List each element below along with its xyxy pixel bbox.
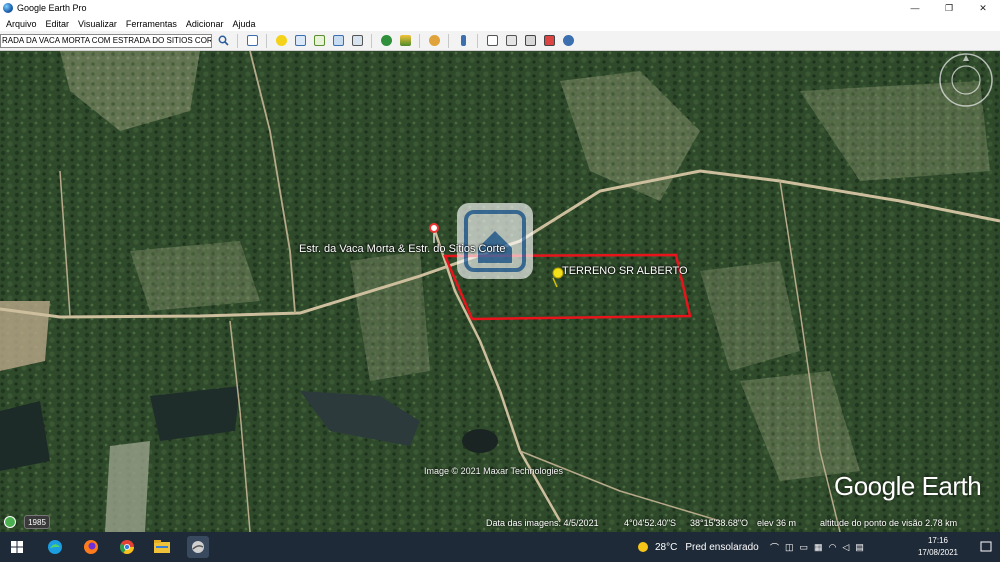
firefox-icon[interactable] bbox=[80, 536, 102, 558]
minimize-button[interactable]: — bbox=[898, 0, 932, 16]
google-maps-icon[interactable] bbox=[542, 33, 557, 48]
record-tour-icon[interactable] bbox=[350, 33, 365, 48]
chrome-icon[interactable] bbox=[116, 536, 138, 558]
status-bar: Data das imagens: 4/5/2021 4°04'52.40"S … bbox=[0, 512, 1000, 532]
taskbar-clock[interactable]: 17:16 17/08/2021 bbox=[912, 535, 964, 559]
menu-editar[interactable]: Editar bbox=[46, 19, 70, 29]
menu-bar: Arquivo Editar Visualizar Ferramentas Ad… bbox=[0, 16, 1000, 31]
toolbar: RADA DA VACA MORTA COM ESTRADA DO SITIOS… bbox=[0, 31, 1000, 51]
wifi-icon[interactable]: ◠ bbox=[829, 542, 837, 553]
email-icon[interactable] bbox=[485, 33, 500, 48]
weather-widget[interactable]: 28°C Pred ensolarado bbox=[636, 532, 759, 562]
menu-ajuda[interactable]: Ajuda bbox=[232, 19, 255, 29]
menu-adicionar[interactable]: Adicionar bbox=[186, 19, 224, 29]
menu-visualizar[interactable]: Visualizar bbox=[78, 19, 117, 29]
watermark-logo bbox=[457, 203, 533, 279]
battery-icon[interactable]: ▭ bbox=[800, 542, 809, 553]
system-tray-icons: ⌒ ◫ ▭ ▦ ◠ ◁ ▤ bbox=[770, 532, 870, 562]
toolbar-separator bbox=[266, 33, 267, 48]
keyboard-icon[interactable]: ▦ bbox=[814, 542, 823, 553]
menu-ferramentas[interactable]: Ferramentas bbox=[126, 19, 177, 29]
volume-icon[interactable]: ◁ bbox=[842, 542, 849, 553]
historical-imagery-icon[interactable] bbox=[379, 33, 394, 48]
road-intersection-label[interactable]: Estr. da Vaca Morta & Estr. do Sitios Co… bbox=[299, 243, 505, 255]
planets-icon[interactable] bbox=[427, 33, 442, 48]
toolbar-separator bbox=[371, 33, 372, 48]
close-button[interactable]: ✕ bbox=[966, 0, 1000, 16]
eye-altitude-readout: altitude do ponto de visão 2.78 km bbox=[820, 518, 958, 528]
window-title: Google Earth Pro bbox=[17, 3, 87, 13]
satellite-imagery bbox=[0, 51, 1000, 532]
language-icon[interactable]: ▤ bbox=[855, 542, 864, 553]
clock-time: 17:16 bbox=[927, 536, 949, 545]
placemark-icon[interactable] bbox=[274, 33, 289, 48]
ruler-icon[interactable] bbox=[456, 33, 471, 48]
kml-icon[interactable] bbox=[561, 33, 576, 48]
elevation-readout: elev 36 m bbox=[757, 518, 797, 528]
google-earth-logo: Google Earth bbox=[834, 471, 982, 501]
windows-start-icon[interactable] bbox=[6, 536, 28, 558]
imagery-date: Data das imagens: 4/5/2021 bbox=[486, 518, 599, 528]
polygon-icon[interactable] bbox=[293, 33, 308, 48]
sun-icon bbox=[638, 542, 648, 552]
weather-temperature: 28°C bbox=[655, 541, 678, 553]
network-icon[interactable]: ◫ bbox=[785, 542, 794, 553]
imagery-credit: Image © 2021 Maxar Technologies bbox=[424, 466, 564, 476]
maximize-button[interactable]: ❐ bbox=[932, 0, 966, 16]
windows-taskbar: 28°C Pred ensolarado ⌒ ◫ ▭ ▦ ◠ ◁ ▤ 17:16… bbox=[0, 532, 1000, 562]
sunlight-icon[interactable] bbox=[398, 33, 413, 48]
longitude-readout: 38°15'38.68"O bbox=[690, 518, 749, 528]
weather-description: Pred ensolarado bbox=[685, 541, 759, 553]
notification-icon[interactable] bbox=[980, 532, 992, 562]
path-icon[interactable] bbox=[312, 33, 327, 48]
file-explorer-icon[interactable] bbox=[151, 536, 173, 558]
search-icon[interactable] bbox=[216, 33, 231, 48]
print-icon[interactable] bbox=[504, 33, 519, 48]
toolbar-separator bbox=[419, 33, 420, 48]
toolbar-separator bbox=[448, 33, 449, 48]
title-bar: Google Earth Pro — ❐ ✕ bbox=[0, 0, 1000, 16]
google-earth-icon[interactable] bbox=[187, 536, 209, 558]
placemark-label[interactable]: TERRENO SR ALBERTO bbox=[562, 265, 688, 277]
map-view[interactable]: Estr. da Vaca Morta & Estr. do Sitios Co… bbox=[0, 51, 1000, 532]
latitude-readout: 4°04'52.40"S bbox=[624, 518, 677, 528]
sidebar-toggle-icon[interactable] bbox=[245, 33, 260, 48]
save-image-icon[interactable] bbox=[523, 33, 538, 48]
people-icon[interactable]: ⌒ bbox=[770, 541, 779, 554]
toolbar-separator bbox=[237, 33, 238, 48]
clock-date: 17/08/2021 bbox=[917, 548, 959, 557]
menu-arquivo[interactable]: Arquivo bbox=[6, 19, 37, 29]
google-earth-app-icon bbox=[3, 3, 13, 13]
search-input[interactable]: RADA DA VACA MORTA COM ESTRADA DO SITIOS… bbox=[0, 33, 212, 48]
edge-icon[interactable] bbox=[44, 536, 66, 558]
toolbar-separator bbox=[477, 33, 478, 48]
image-overlay-icon[interactable] bbox=[331, 33, 346, 48]
